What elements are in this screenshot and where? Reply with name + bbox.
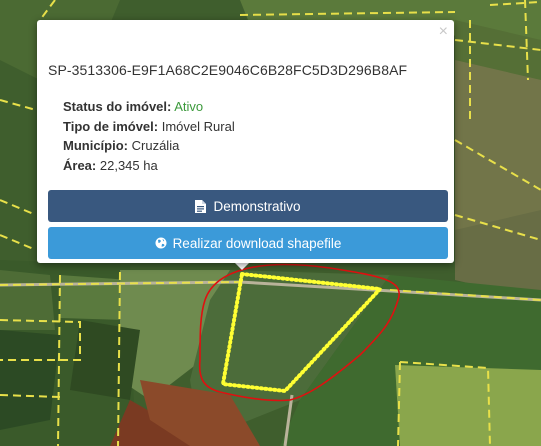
- property-info-popup: × SP-3513306-E9F1A68C2E9046C6B28FC5D3D29…: [37, 20, 454, 263]
- download-shapefile-button[interactable]: Realizar download shapefile: [48, 227, 448, 259]
- close-icon[interactable]: ×: [439, 23, 448, 41]
- property-attributes: Status do imóvel: Ativo Tipo de imóvel: …: [63, 97, 235, 175]
- attribute-label: Município:: [63, 138, 128, 153]
- status-value: Ativo: [174, 99, 204, 114]
- attribute-label: Status do imóvel:: [63, 99, 172, 114]
- attribute-status: Status do imóvel: Ativo: [63, 97, 235, 117]
- property-code: SP-3513306-E9F1A68C2E9046C6B28FC5D3D296B…: [48, 62, 408, 78]
- attribute-value: 22,345 ha: [99, 157, 158, 173]
- demonstrativo-button[interactable]: Demonstrativo: [48, 190, 448, 222]
- attribute-value: Cruzália: [131, 138, 180, 153]
- field-patch: [455, 60, 541, 300]
- field-patch: [395, 365, 541, 446]
- attribute-label: Tipo de imóvel:: [63, 118, 159, 134]
- file-text-icon: [195, 199, 207, 213]
- attribute-type: Tipo de imóvel: Imóvel Rural: [63, 117, 235, 137]
- attribute-area: Área: 22,345 ha: [63, 156, 235, 176]
- demonstrativo-label: Demonstrativo: [213, 198, 301, 214]
- download-label: Realizar download shapefile: [172, 235, 342, 251]
- attribute-municipality: Município: Cruzália: [63, 136, 235, 156]
- attribute-label: Área:: [63, 157, 97, 173]
- attribute-value: Imóvel Rural: [161, 118, 235, 134]
- globe-icon: [155, 237, 167, 250]
- popup-pointer: [234, 262, 250, 270]
